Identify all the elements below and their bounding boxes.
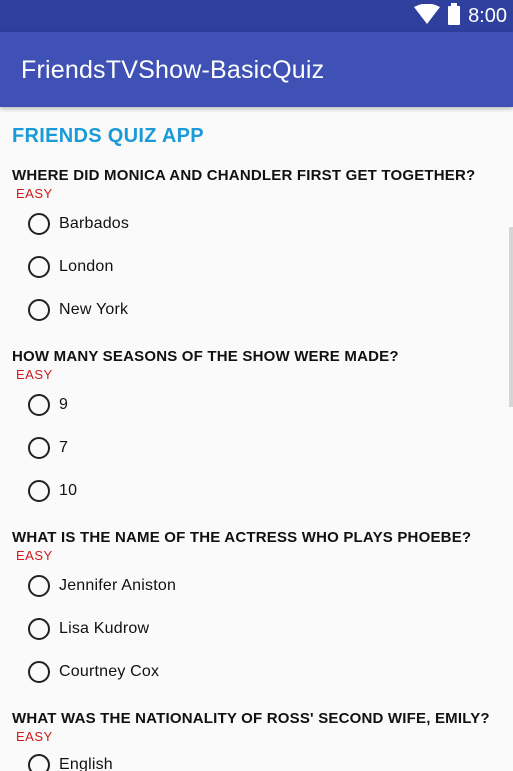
radio-button[interactable]: [28, 299, 50, 321]
app-title: FriendsTVShow-BasicQuiz: [21, 56, 325, 84]
option-label: 10: [59, 482, 78, 499]
difficulty-label: EASY: [16, 729, 53, 744]
option-label: London: [59, 258, 114, 275]
status-icons: 8:00: [414, 0, 507, 32]
option-label: 9: [59, 396, 69, 413]
wifi-icon: [414, 3, 441, 29]
answer-option[interactable]: Jennifer Aniston: [28, 571, 176, 601]
radio-button[interactable]: [28, 213, 50, 235]
radio-button[interactable]: [28, 618, 50, 640]
radio-button[interactable]: [28, 256, 50, 278]
radio-button[interactable]: [28, 394, 50, 416]
status-bar: 8:00: [0, 0, 513, 32]
answer-option[interactable]: Courtney Cox: [28, 657, 159, 687]
app-bar: FriendsTVShow-BasicQuiz: [0, 32, 513, 107]
answer-option[interactable]: 9: [28, 390, 68, 420]
answer-option[interactable]: New York: [28, 295, 128, 325]
difficulty-label: EASY: [16, 367, 53, 382]
scrollbar[interactable]: [509, 227, 513, 407]
answer-option[interactable]: 7: [28, 433, 68, 463]
option-label: Lisa Kudrow: [59, 620, 150, 637]
option-label: Barbados: [59, 215, 130, 232]
question-text: WHAT WAS THE NATIONALITY OF ROSS' SECOND…: [12, 710, 490, 727]
quiz-content[interactable]: FRIENDS QUIZ APP WHERE DID MONICA AND CH…: [0, 107, 513, 771]
battery-icon: [448, 2, 461, 30]
option-label: 7: [59, 439, 69, 456]
radio-button[interactable]: [28, 754, 50, 771]
question-text: WHAT IS THE NAME OF THE ACTRESS WHO PLAY…: [12, 529, 472, 546]
option-label: Jennifer Aniston: [59, 577, 177, 594]
radio-button[interactable]: [28, 661, 50, 683]
answer-option[interactable]: London: [28, 252, 114, 282]
option-label: English: [59, 756, 113, 771]
difficulty-label: EASY: [16, 548, 53, 563]
question-text: WHERE DID MONICA AND CHANDLER FIRST GET …: [12, 167, 476, 184]
answer-option[interactable]: English: [28, 750, 113, 771]
answer-option[interactable]: Barbados: [28, 209, 129, 239]
difficulty-label: EASY: [16, 186, 53, 201]
radio-button[interactable]: [28, 480, 50, 502]
radio-button[interactable]: [28, 575, 50, 597]
answer-option[interactable]: 10: [28, 476, 77, 506]
status-time: 8:00: [468, 4, 507, 27]
option-label: New York: [59, 301, 129, 318]
radio-button[interactable]: [28, 437, 50, 459]
answer-option[interactable]: Lisa Kudrow: [28, 614, 149, 644]
option-label: Courtney Cox: [59, 663, 160, 680]
quiz-heading: FRIENDS QUIZ APP: [12, 125, 204, 147]
question-text: HOW MANY SEASONS OF THE SHOW WERE MADE?: [12, 348, 399, 365]
